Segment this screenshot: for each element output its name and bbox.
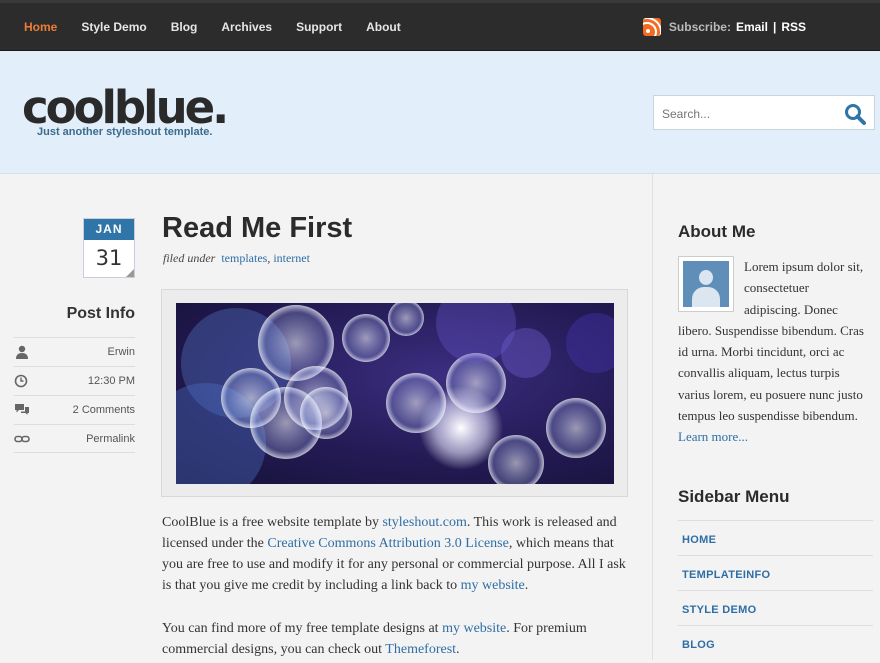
nav-item-support[interactable]: Support bbox=[284, 3, 354, 51]
sidebar-menu-item: STYLE DEMO bbox=[678, 590, 873, 625]
sidebar-menu-item: BLOG bbox=[678, 625, 873, 660]
post-info-time: 12:30 PM bbox=[14, 366, 135, 395]
post-info-permalink: Permalink bbox=[14, 424, 135, 453]
about-me-heading: About Me bbox=[678, 222, 756, 241]
sidebar-menu-item: TEMPLATEINFO bbox=[678, 555, 873, 590]
post-image-bokeh bbox=[176, 303, 614, 484]
sidebar-menu-item: HOME bbox=[678, 520, 873, 555]
post-info-author-text[interactable]: Erwin bbox=[107, 346, 135, 358]
sidebar-menu-templateinfo[interactable]: TEMPLATEINFO bbox=[682, 569, 770, 581]
learn-more-link[interactable]: Learn more... bbox=[678, 429, 748, 444]
post-info-comments: 2 Comments bbox=[14, 395, 135, 424]
user-icon bbox=[16, 345, 28, 359]
sidebar-menu-blog[interactable]: BLOG bbox=[682, 639, 715, 651]
p1-text-1: CoolBlue is a free website template by bbox=[162, 515, 383, 530]
nav-item-home[interactable]: Home bbox=[12, 3, 69, 60]
date-fold-corner bbox=[126, 269, 134, 277]
post-info-heading: Post Info bbox=[66, 305, 135, 322]
my-website-link-2[interactable]: my website bbox=[442, 621, 506, 636]
post-info-comments-text[interactable]: 2 Comments bbox=[73, 404, 135, 416]
subscribe-area: Subscribe: Email | RSS bbox=[642, 17, 806, 37]
nav-item-archives[interactable]: Archives bbox=[209, 3, 284, 51]
tag-link-internet[interactable]: internet bbox=[273, 251, 310, 265]
post-info-author: Erwin bbox=[14, 337, 135, 366]
main-nav: Home Style Demo Blog Archives Support Ab… bbox=[12, 3, 413, 60]
post-image-frame bbox=[161, 289, 628, 497]
subscribe-email-link[interactable]: Email bbox=[736, 20, 768, 34]
post-info-list: Erwin 12:30 PM 2 Comments Permalink bbox=[14, 337, 135, 453]
avatar-head bbox=[699, 270, 713, 285]
nav-item-blog[interactable]: Blog bbox=[159, 3, 210, 51]
themeforest-link[interactable]: Themeforest bbox=[385, 642, 456, 657]
license-link[interactable]: Creative Commons Attribution 3.0 License bbox=[267, 536, 508, 551]
comments-icon bbox=[15, 404, 29, 415]
search-icon[interactable] bbox=[844, 103, 866, 125]
post-title[interactable]: Read Me First bbox=[162, 212, 352, 245]
p1-text-4: . bbox=[524, 578, 529, 593]
sidebar-menu-home[interactable]: HOME bbox=[682, 534, 716, 546]
sidebar-menu: HOME TEMPLATEINFO STYLE DEMO BLOG bbox=[678, 520, 873, 660]
tag-separator: , bbox=[267, 251, 271, 265]
post-paragraph-2: You can find more of my free template de… bbox=[162, 618, 632, 660]
post-paragraph-1: CoolBlue is a free website template by s… bbox=[162, 512, 632, 596]
post-info-time-text: 12:30 PM bbox=[87, 375, 135, 387]
subscribe-rss-link[interactable]: RSS bbox=[781, 20, 806, 34]
nav-item-style-demo[interactable]: Style Demo bbox=[69, 3, 158, 51]
post-date-badge: JAN 31 bbox=[83, 218, 135, 278]
top-navigation-bar: Home Style Demo Blog Archives Support Ab… bbox=[0, 0, 880, 60]
column-divider bbox=[652, 174, 653, 660]
tag-link-templates[interactable]: templates bbox=[221, 251, 267, 265]
p2-text-1: You can find more of my free template de… bbox=[162, 621, 443, 636]
site-slogan: Just another styleshout template. bbox=[37, 126, 213, 138]
post-info-permalink-text[interactable]: Permalink bbox=[86, 433, 135, 445]
avatar-placeholder-icon bbox=[683, 261, 729, 307]
subscribe-separator: | bbox=[772, 20, 777, 34]
rss-icon[interactable] bbox=[642, 18, 661, 36]
avatar bbox=[678, 256, 734, 312]
subscribe-label: Subscribe: bbox=[668, 20, 731, 34]
clock-icon bbox=[14, 374, 28, 388]
sidebar-menu-style-demo[interactable]: STYLE DEMO bbox=[682, 604, 757, 616]
nav-item-about[interactable]: About bbox=[354, 3, 413, 51]
styleshout-link[interactable]: styleshout.com bbox=[382, 515, 466, 530]
sidebar-menu-heading: Sidebar Menu bbox=[678, 487, 790, 506]
post-date-month: JAN bbox=[84, 219, 134, 240]
search-box bbox=[653, 95, 875, 130]
filed-under-label: filed under bbox=[163, 251, 216, 265]
post-filed-under: filed under templates, internet bbox=[163, 251, 310, 266]
link-icon bbox=[14, 435, 30, 442]
search-input[interactable] bbox=[662, 105, 832, 123]
site-header: coolblue. Just another styleshout templa… bbox=[0, 51, 880, 174]
p2-text-3: . bbox=[456, 642, 460, 657]
my-website-link[interactable]: my website bbox=[461, 578, 525, 593]
avatar-body bbox=[692, 287, 720, 307]
